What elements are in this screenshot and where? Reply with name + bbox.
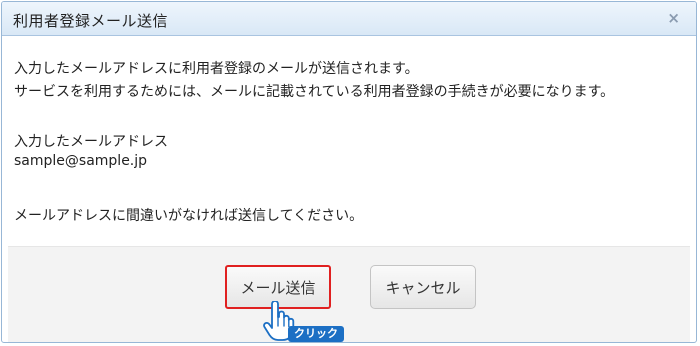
close-icon[interactable]: × — [667, 9, 680, 27]
mail-send-dialog: 利用者登録メール送信 × 入力したメールアドレスに利用者登録のメールが送信されま… — [1, 1, 697, 343]
cancel-button[interactable]: キャンセル — [370, 265, 476, 309]
dialog-title: 利用者登録メール送信 — [13, 12, 169, 30]
message-line-1: 入力したメールアドレスに利用者登録のメールが送信されます。 — [14, 61, 419, 77]
dialog-titlebar: 利用者登録メール送信 × — [2, 2, 696, 36]
click-badge: クリック — [288, 326, 344, 342]
address-label: 入力したメールアドレス — [14, 134, 168, 150]
address-value: sample@sample.jp — [14, 153, 148, 169]
dialog-body: 入力したメールアドレスに利用者登録のメールが送信されます。 サービスを利用するた… — [2, 36, 696, 246]
dialog-footer: メール送信 キャンセル クリック — [8, 246, 690, 342]
message-line-2: サービスを利用するためには、メールに記載されている利用者登録の手続きが必要になり… — [14, 84, 615, 100]
confirm-message: メールアドレスに間違いがなければ送信してください。 — [14, 208, 364, 224]
